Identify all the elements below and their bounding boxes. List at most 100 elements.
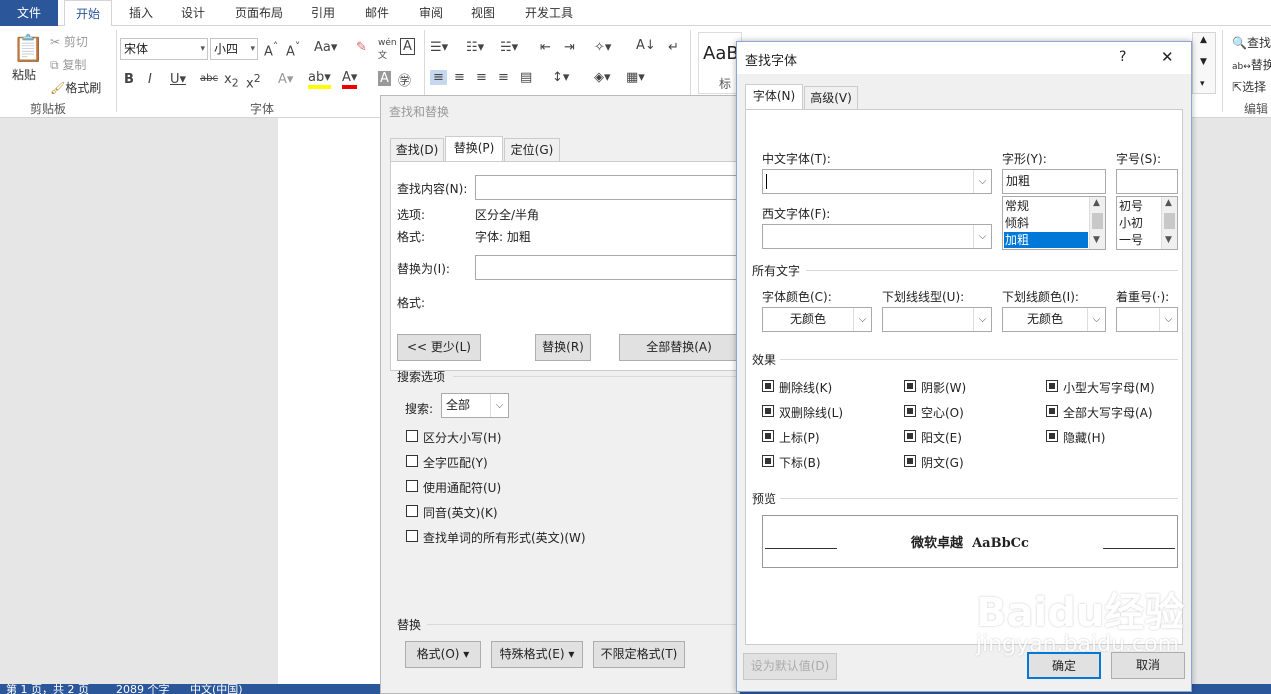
bullets-icon[interactable]: ☰▾	[430, 40, 448, 55]
select-button[interactable]: ⇱选择	[1232, 78, 1266, 95]
scroll-thumb[interactable]	[1164, 213, 1175, 229]
special-dropdown-button[interactable]: 特殊格式(E) ▾	[491, 641, 583, 668]
list-item[interactable]: 初号	[1119, 198, 1143, 214]
align-right-icon[interactable]: ≡	[476, 70, 487, 85]
superscript-icon[interactable]: x2	[246, 72, 261, 91]
tab-font[interactable]: 字体(N)	[745, 84, 803, 110]
tab-layout[interactable]: 页面布局	[224, 0, 294, 26]
find-what-input[interactable]	[475, 175, 745, 200]
underline-icon[interactable]: U▾	[170, 72, 186, 87]
change-case-icon[interactable]: Aa▾	[314, 40, 337, 55]
no-formatting-button[interactable]: 不限定格式(T)	[593, 641, 685, 668]
checkbox-strikethrough[interactable]	[762, 380, 774, 392]
scroll-thumb[interactable]	[1092, 213, 1103, 229]
tab-replace[interactable]: 替换(P)	[445, 136, 503, 162]
font-name-combo[interactable]: 宋体 ▾	[120, 38, 208, 60]
subscript-icon[interactable]: x2	[224, 72, 239, 90]
paste-icon[interactable]: 📋	[12, 34, 44, 64]
font-color-select[interactable]: 无颜色 ⌵	[762, 307, 872, 332]
enclose-char-icon[interactable]: ㊫	[398, 70, 411, 89]
strikethrough-icon[interactable]: abc	[200, 73, 218, 84]
checkbox-engrave[interactable]	[904, 455, 916, 467]
font-color-icon[interactable]: A▾	[342, 70, 358, 89]
asian-layout-icon[interactable]: ✧▾	[594, 40, 611, 55]
tab-developer[interactable]: 开发工具	[514, 0, 584, 26]
underline-style-select[interactable]: ⌵	[882, 307, 992, 332]
status-words[interactable]: 2089 个字	[116, 684, 170, 694]
help-icon[interactable]: ?	[1119, 49, 1126, 65]
tab-advanced[interactable]: 高级(V)	[804, 86, 858, 110]
checkbox-sounds-like[interactable]	[406, 505, 418, 517]
checkbox-whole-word[interactable]	[406, 455, 418, 467]
phonetic-guide-icon[interactable]: wén 文	[378, 38, 397, 61]
align-left-icon[interactable]: ≡	[430, 70, 447, 85]
status-language[interactable]: 中文(中国)	[190, 684, 243, 694]
replace-all-button[interactable]: 全部替换(A)	[619, 334, 739, 361]
font-size-list[interactable]: 初号 小初 一号 ▲ ▼	[1116, 196, 1178, 250]
list-item[interactable]: 小初	[1119, 215, 1143, 231]
copy-button[interactable]: ⧉ 复制	[50, 56, 86, 73]
char-shading-icon[interactable]: A	[378, 71, 391, 86]
font-size-combo[interactable]: 小四 ▾	[210, 38, 258, 60]
underline-color-select[interactable]: 无颜色 ⌵	[1002, 307, 1106, 332]
list-item-selected[interactable]: 加粗	[1004, 232, 1088, 248]
checkbox-small-caps[interactable]	[1046, 380, 1058, 392]
tab-view[interactable]: 视图	[460, 0, 506, 26]
checkbox-word-forms[interactable]	[406, 530, 418, 542]
tab-home[interactable]: 开始	[64, 0, 112, 27]
chinese-font-select[interactable]: ⌵	[762, 169, 992, 194]
shrink-font-icon[interactable]: A˅	[286, 40, 300, 59]
distributed-icon[interactable]: ▤	[520, 70, 532, 85]
font-style-input[interactable]: 加粗	[1002, 169, 1106, 194]
replace-button[interactable]: ab↔替换	[1232, 56, 1271, 73]
font-style-list[interactable]: 常规 倾斜 加粗 ▲ ▼	[1002, 196, 1106, 250]
text-effects-icon[interactable]: A▾	[278, 72, 293, 87]
numbering-icon[interactable]: ☷▾	[466, 40, 484, 55]
checkbox-match-case[interactable]	[406, 430, 418, 442]
tab-file[interactable]: 文件	[0, 0, 58, 26]
bold-icon[interactable]: B	[124, 72, 134, 87]
paste-button[interactable]: 粘贴	[12, 66, 36, 83]
tab-goto[interactable]: 定位(G)	[504, 138, 560, 162]
replace-one-button[interactable]: 替换(R)	[535, 334, 591, 361]
tab-review[interactable]: 审阅	[408, 0, 454, 26]
tab-references[interactable]: 引用	[300, 0, 346, 26]
font-size-input[interactable]	[1116, 169, 1178, 194]
list-item[interactable]: 倾斜	[1005, 215, 1029, 231]
grow-font-icon[interactable]: A˄	[264, 40, 278, 59]
tab-find[interactable]: 查找(D)	[390, 138, 444, 162]
status-page[interactable]: 第 1 页，共 2 页	[6, 684, 89, 694]
format-dropdown-button[interactable]: 格式(O) ▾	[405, 641, 481, 668]
checkbox-all-caps[interactable]	[1046, 405, 1058, 417]
line-spacing-icon[interactable]: ↕▾	[552, 70, 569, 85]
checkbox-superscript[interactable]	[762, 430, 774, 442]
clear-format-icon[interactable]: ✎	[356, 40, 367, 55]
shading-icon[interactable]: ◈▾	[594, 70, 611, 85]
checkbox-shadow[interactable]	[904, 380, 916, 392]
checkbox-wildcards[interactable]	[406, 480, 418, 492]
find-button[interactable]: 🔍查找	[1232, 34, 1271, 51]
show-marks-icon[interactable]: ↵	[668, 40, 679, 55]
list-item[interactable]: 常规	[1005, 198, 1029, 214]
scrollbar[interactable]: ▲ ▼	[1161, 197, 1177, 249]
less-button[interactable]: << 更少(L)	[397, 334, 481, 361]
scrollbar[interactable]: ▲ ▼	[1089, 197, 1105, 249]
sort-icon[interactable]: A↓	[636, 38, 656, 53]
checkbox-hidden[interactable]	[1046, 430, 1058, 442]
align-center-icon[interactable]: ≡	[454, 70, 465, 85]
set-default-button[interactable]: 设为默认值(D)	[743, 653, 837, 680]
tab-mailings[interactable]: 邮件	[354, 0, 400, 26]
list-item[interactable]: 一号	[1119, 232, 1143, 248]
multilevel-list-icon[interactable]: ☵▾	[500, 40, 518, 55]
borders-icon[interactable]: ▦▾	[626, 70, 645, 85]
format-painter-button[interactable]: 🖌格式刷	[50, 79, 101, 96]
checkbox-subscript[interactable]	[762, 455, 774, 467]
checkbox-emboss[interactable]	[904, 430, 916, 442]
styles-scroll[interactable]: ▲ ▼ ▾	[1192, 32, 1216, 94]
search-direction-select[interactable]: 全部 ⌵	[441, 393, 509, 418]
tab-design[interactable]: 设计	[170, 0, 216, 26]
italic-icon[interactable]: I	[148, 72, 152, 87]
highlight-icon[interactable]: ab▾	[308, 70, 331, 89]
char-border-icon[interactable]: A	[400, 38, 415, 55]
checkbox-outline[interactable]	[904, 405, 916, 417]
